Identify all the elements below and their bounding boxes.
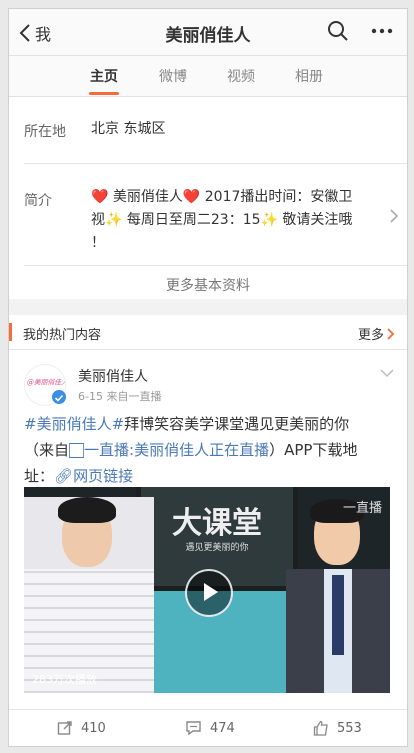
tab-home[interactable]: 主页 bbox=[90, 66, 118, 86]
post-source: 来自一直播 bbox=[106, 390, 162, 403]
video-thumbnail[interactable]: 大课堂 遇见更美丽的你 一直播 283万次播放 bbox=[24, 487, 390, 693]
comment-icon bbox=[186, 721, 201, 736]
divider bbox=[24, 163, 407, 164]
chevron-down-icon[interactable] bbox=[380, 369, 394, 378]
verified-badge-icon bbox=[51, 389, 67, 405]
hashtag-link[interactable]: #美丽俏佳人# bbox=[24, 415, 124, 433]
live-source-link[interactable]: 一直播:美丽俏佳人正在直播 bbox=[84, 441, 269, 459]
location-label: 所在地 bbox=[24, 124, 66, 140]
section-accent-bar bbox=[9, 323, 12, 341]
like-button[interactable]: 553 bbox=[313, 720, 362, 736]
tab-video[interactable]: 视频 bbox=[227, 66, 255, 86]
post-from-prefix: （来自 bbox=[24, 441, 70, 459]
play-triangle bbox=[204, 583, 218, 601]
hot-content-section: 我的热门内容 更多 @美丽俏佳人 美丽俏佳人 6-15 来自一直播 #美丽俏佳人… bbox=[9, 315, 407, 746]
post-line3-prefix: 址： bbox=[24, 467, 55, 485]
repost-count: 410 bbox=[81, 720, 106, 736]
more-options-icon[interactable] bbox=[371, 28, 393, 34]
active-tab-indicator bbox=[89, 92, 119, 95]
thumbs-up-icon bbox=[313, 720, 328, 736]
tab-bar: 主页 微博 视频 相册 bbox=[9, 56, 407, 97]
hair bbox=[58, 497, 116, 523]
post-meta: 6-15 来自一直播 bbox=[78, 388, 161, 404]
hot-content-more-button[interactable]: 更多 bbox=[358, 324, 395, 343]
more-info-link[interactable]: 更多基本资料 bbox=[9, 275, 407, 295]
post-date: 6-15 bbox=[78, 390, 103, 403]
video-watermark: 一直播 bbox=[342, 501, 382, 516]
live-link-icon: ⬜︎ bbox=[69, 441, 85, 459]
like-count: 553 bbox=[337, 720, 362, 736]
chevron-right-icon[interactable] bbox=[390, 209, 399, 223]
phone-frame: 我 美丽俏佳人 主页 微博 视频 相册 所在地 北京 东城区 简介 ❤️ 美丽俏… bbox=[8, 8, 408, 747]
web-link[interactable]: 网页链接 bbox=[73, 467, 133, 485]
intro-text[interactable]: ❤️ 美丽俏佳人❤️ 2017播出时间：安徽卫 视✨ 每周日至周二23：15✨ … bbox=[91, 186, 381, 255]
post-from-suffix: ）APP下载地 bbox=[269, 441, 358, 459]
hot-content-header: 我的热门内容 更多 bbox=[9, 315, 407, 350]
intro-label: 简介 bbox=[24, 193, 52, 209]
comment-button[interactable]: 474 bbox=[185, 720, 235, 736]
divider bbox=[24, 265, 407, 266]
post-author[interactable]: 美丽俏佳人 bbox=[78, 366, 148, 386]
play-icon[interactable] bbox=[185, 569, 233, 617]
comment-count: 474 bbox=[210, 720, 235, 736]
intro-line-2: 视✨ 每周日至周二23：15✨ 敬请关注哦 bbox=[91, 212, 353, 228]
post-text: #美丽俏佳人#拜博笑容美学课堂遇见更美丽的你 （来自⬜︎一直播:美丽俏佳人正在直… bbox=[24, 411, 395, 489]
intro-line-1: ❤️ 美丽俏佳人❤️ 2017播出时间：安徽卫 bbox=[91, 189, 353, 205]
chevron-right-icon bbox=[387, 327, 395, 340]
tie bbox=[332, 575, 344, 655]
host-left-figure bbox=[24, 497, 154, 693]
repost-button[interactable]: 410 bbox=[57, 720, 106, 736]
post-body: 拜博笑容美学课堂遇见更美丽的你 bbox=[124, 415, 350, 433]
view-count: 283万次播放 bbox=[32, 673, 97, 686]
more-label: 更多 bbox=[357, 328, 384, 343]
hot-content-title: 我的热门内容 bbox=[23, 328, 102, 343]
board-subtitle: 遇见更美丽的你 bbox=[185, 543, 249, 553]
board-title: 大课堂 bbox=[172, 506, 262, 541]
search-icon[interactable] bbox=[327, 20, 349, 42]
tab-weibo[interactable]: 微博 bbox=[159, 66, 187, 86]
link-icon: 🔗︎ bbox=[54, 467, 74, 485]
nav-bar: 我 美丽俏佳人 bbox=[9, 9, 407, 56]
repost-icon bbox=[57, 721, 72, 735]
tab-album[interactable]: 相册 bbox=[295, 66, 323, 86]
location-value: 北京 东城区 bbox=[91, 121, 166, 137]
avatar-logo: @美丽俏佳人 bbox=[27, 378, 66, 387]
post-actions: 410 474 553 bbox=[9, 709, 407, 746]
intro-line-3: ！ bbox=[91, 235, 105, 251]
host-right-figure bbox=[286, 499, 390, 693]
profile-info-card: 所在地 北京 东城区 简介 ❤️ 美丽俏佳人❤️ 2017播出时间：安徽卫 视✨… bbox=[9, 97, 407, 299]
